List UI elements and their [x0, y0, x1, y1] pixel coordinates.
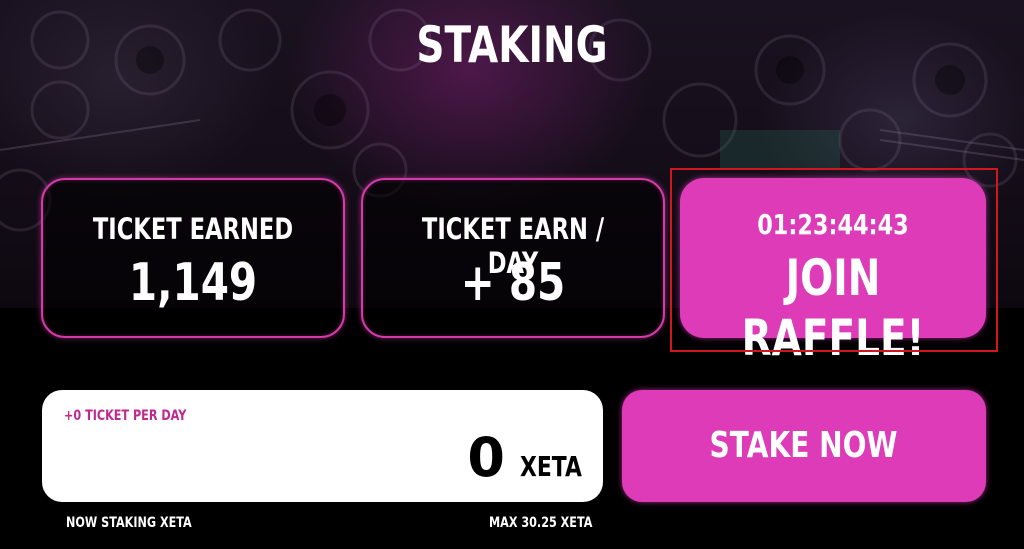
ticket-earned-card: TICKET EARNED 1,149	[41, 178, 345, 338]
ticket-earned-label: TICKET EARNED	[92, 212, 294, 246]
raffle-countdown: 01:23:44:43	[757, 208, 909, 241]
stake-amount-input[interactable]	[305, 426, 505, 490]
join-raffle-label: JOIN RAFFLE!	[741, 249, 925, 367]
stake-now-label: STAKE NOW	[709, 425, 898, 466]
join-raffle-button[interactable]: 01:23:44:43 JOIN RAFFLE!	[680, 178, 986, 367]
stake-amount-box: +0 TICKET PER DAY XETA	[42, 390, 603, 502]
staking-page: STAKING TICKET EARNED 1,149 TICKET EARN …	[0, 0, 1024, 549]
ticket-earned-value: 1,149	[128, 253, 258, 313]
now-staking-label: NOW STAKING XETA	[66, 515, 192, 531]
stake-now-button[interactable]: STAKE NOW	[622, 390, 986, 502]
ticket-per-day-preview: +0 TICKET PER DAY	[64, 408, 187, 424]
stake-unit-label: XETA	[520, 450, 582, 483]
max-stake-label[interactable]: MAX 30.25 XETA	[489, 514, 592, 532]
page-title: STAKING	[416, 16, 608, 74]
ticket-earn-per-day-value: + 85	[460, 253, 566, 313]
ticket-earn-per-day-card: TICKET EARN / DAY + 85	[361, 178, 665, 338]
